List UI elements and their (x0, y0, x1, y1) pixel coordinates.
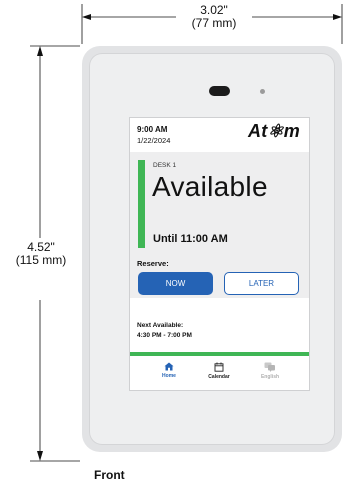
width-mm: (77 mm) (191, 16, 237, 30)
available-until: Until 11:00 AM (153, 233, 228, 245)
view-label: Front (94, 468, 125, 482)
reserve-label: Reserve: (137, 259, 169, 268)
light-sensor (260, 89, 265, 94)
next-available-time: 4:30 PM - 7:00 PM (137, 332, 192, 339)
availability-status: Available (152, 171, 268, 202)
clock-date: 1/22/2024 (137, 136, 171, 145)
clock-time: 9:00 AM (137, 125, 168, 134)
nav-home-label: Home (162, 373, 176, 379)
camera-sensor (209, 86, 230, 96)
calendar-icon (214, 362, 224, 372)
height-mm: (115 mm) (15, 253, 67, 267)
nav-calendar[interactable]: Calendar (194, 362, 244, 380)
reserve-now-button[interactable]: NOW (138, 272, 213, 295)
next-available-label: Next Available: (137, 322, 184, 329)
language-icon (264, 362, 275, 372)
touch-screen: 9:00 AM 1/22/2024 At⚛m DESK 1 Available … (129, 117, 310, 391)
nav-calendar-label: Calendar (208, 374, 230, 380)
nav-language-label: English (260, 374, 280, 380)
status-panel: DESK 1 Available Until 11:00 AM Reserve:… (130, 152, 309, 298)
brand-logo: At⚛m (248, 121, 300, 141)
width-dimension-label: 3.02" (77 mm) (178, 4, 250, 30)
reserve-later-button[interactable]: LATER (224, 272, 299, 295)
height-dimension-label: 4.52" (115 mm) (0, 241, 82, 267)
home-icon (164, 362, 174, 371)
desk-label: DESK 1 (153, 162, 177, 169)
status-indicator-bar (138, 160, 145, 248)
nav-home[interactable]: Home (144, 362, 194, 379)
nav-language[interactable]: English (245, 362, 295, 380)
status-line (130, 352, 309, 356)
